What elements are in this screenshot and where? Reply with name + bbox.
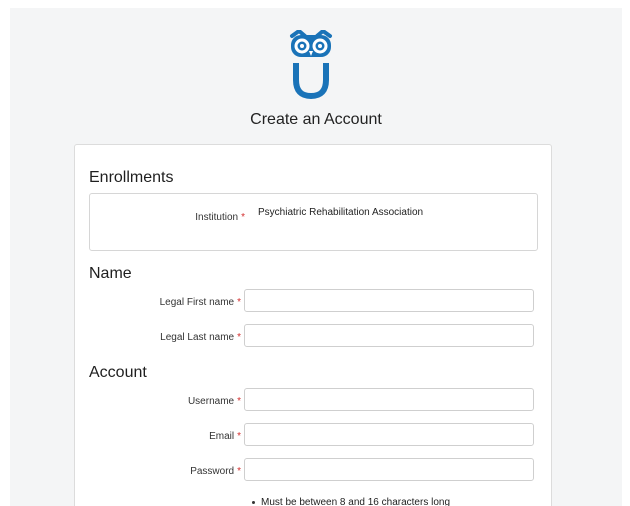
required-marker: * [241, 212, 245, 223]
last-name-label: Legal Last name * [160, 332, 241, 343]
page-background: Create an Account Enrollments Institutio… [10, 8, 622, 506]
bullet-icon [252, 500, 255, 504]
required-marker: * [237, 431, 241, 442]
last-name-input[interactable] [244, 324, 534, 347]
required-marker: * [237, 332, 241, 343]
password-hint: Must be between 8 and 16 characters long [252, 497, 450, 506]
owl-u-logo-icon [290, 30, 332, 100]
email-label: Email * [209, 431, 241, 442]
enrollments-box [89, 193, 538, 251]
required-marker: * [237, 396, 241, 407]
username-label: Username * [187, 396, 241, 407]
account-form-card: Enrollments Institution * Psychiatric Reh… [74, 144, 552, 506]
password-label: Password * [190, 466, 241, 477]
username-input[interactable] [244, 388, 534, 411]
email-input[interactable] [244, 423, 534, 446]
enrollments-heading: Enrollments [89, 169, 174, 186]
password-input[interactable] [244, 458, 534, 481]
page-title: Create an Account [250, 111, 382, 128]
first-name-label: Legal First name * [159, 297, 241, 308]
name-heading: Name [89, 265, 132, 282]
account-heading: Account [89, 364, 147, 381]
required-marker: * [237, 466, 241, 477]
first-name-input[interactable] [244, 289, 534, 312]
required-marker: * [237, 297, 241, 308]
institution-value: Psychiatric Rehabilitation Association [258, 207, 424, 218]
institution-label: Institution * [195, 212, 245, 223]
